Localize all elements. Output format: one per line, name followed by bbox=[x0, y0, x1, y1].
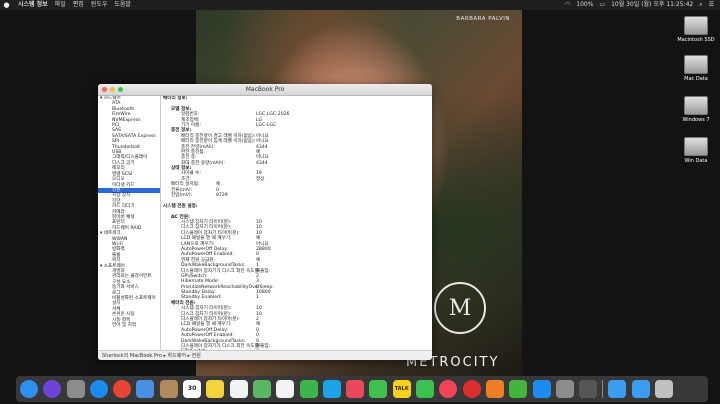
skype-icon[interactable] bbox=[322, 380, 341, 398]
menu-file[interactable]: 파일 bbox=[55, 0, 66, 10]
clock[interactable]: 10월 30일 (월) 오후 11:25:42 bbox=[611, 0, 693, 10]
desktop-drive-mac-data[interactable]: Mac Data bbox=[676, 55, 716, 82]
downloads-icon[interactable] bbox=[631, 380, 650, 398]
finder-icon[interactable] bbox=[20, 380, 38, 398]
apple-icon[interactable]: ● bbox=[2, 0, 11, 10]
window-title: MacBook Pro bbox=[245, 86, 285, 93]
appstore-icon[interactable] bbox=[532, 380, 551, 398]
music-icon[interactable] bbox=[439, 380, 458, 398]
menu-edit[interactable]: 편집 bbox=[73, 0, 84, 10]
hard-drive-icon bbox=[684, 137, 708, 156]
netease-icon[interactable] bbox=[462, 380, 481, 398]
sidebar-item[interactable]: 언어 및 지역 bbox=[98, 323, 160, 328]
chrome-icon[interactable] bbox=[113, 380, 132, 398]
hard-drive-icon bbox=[684, 55, 708, 74]
facetime-icon[interactable] bbox=[299, 380, 318, 398]
detail-pane: 배터리 정보: 모델 정보: 일련번호: LGC LGC-2026 제조업체: LG 기기 … bbox=[161, 96, 432, 350]
kakaotalk-icon[interactable]: TALK bbox=[392, 380, 411, 398]
battery-icon[interactable]: ▭ bbox=[599, 0, 605, 10]
wallpaper-brand: BARBARA PALVIN bbox=[456, 16, 510, 22]
desktop-drive-win-data[interactable]: Win Data bbox=[676, 137, 716, 164]
desktop-drive-label: Win Data bbox=[684, 158, 708, 164]
desktop-drive-label: Macintosh SSD bbox=[677, 37, 715, 43]
safari-icon[interactable] bbox=[89, 380, 108, 398]
window-titlebar[interactable]: MacBook Pro bbox=[98, 84, 432, 96]
folder-icon[interactable] bbox=[608, 380, 627, 398]
minimize-button[interactable] bbox=[110, 87, 115, 92]
hard-drive-icon bbox=[684, 96, 708, 115]
photos-icon[interactable] bbox=[276, 380, 295, 398]
wifi-icon[interactable]: ◠ bbox=[565, 0, 570, 10]
dock: 30 TALK bbox=[16, 376, 708, 402]
notes-icon[interactable] bbox=[206, 380, 225, 398]
system-info-window: MacBook Pro ▾ 하드웨어 ATA Bluetooth FireWire NV… bbox=[98, 84, 432, 360]
camera-icon[interactable] bbox=[346, 380, 365, 398]
sidebar[interactable]: ▾ 하드웨어 ATA Bluetooth FireWire NVMExpress PCI S… bbox=[98, 96, 161, 350]
menu-help[interactable]: 도움말 bbox=[114, 0, 131, 10]
wallpaper-seal: M bbox=[434, 282, 486, 334]
menu-app-name[interactable]: 시스템 정보 bbox=[18, 0, 48, 10]
desktop-drive-macintosh-ssd[interactable]: Macintosh SSD bbox=[676, 16, 716, 43]
desktop-drive-windows-7[interactable]: Windows 7 bbox=[676, 96, 716, 123]
menu-window[interactable]: 윈도우 bbox=[91, 0, 108, 10]
search-icon[interactable]: ⌕ bbox=[699, 0, 702, 10]
line-icon[interactable] bbox=[416, 380, 435, 398]
messages-icon[interactable] bbox=[369, 380, 388, 398]
notification-icon[interactable]: ☰ bbox=[709, 0, 714, 10]
mail-icon[interactable] bbox=[136, 380, 155, 398]
trash-icon[interactable] bbox=[655, 380, 674, 398]
hard-drive-icon bbox=[684, 16, 708, 35]
keychain-icon[interactable] bbox=[579, 380, 598, 398]
dock-separator bbox=[602, 380, 604, 398]
desktop-drive-label: Mac Data bbox=[684, 76, 708, 82]
zoom-button[interactable] bbox=[118, 87, 123, 92]
status-path: Sherlock의 MacBook Pro ▸ 하드웨어 ▸ 전원 bbox=[98, 350, 432, 360]
battery-percent[interactable]: 100% bbox=[576, 0, 593, 10]
reminders-icon[interactable] bbox=[229, 380, 248, 398]
menu-bar: ● 시스템 정보 파일 편집 윈도우 도움말 ◠ 100% ▭ 10월 30일 … bbox=[0, 0, 720, 10]
system-prefs-icon[interactable] bbox=[555, 380, 574, 398]
siri-icon[interactable] bbox=[43, 380, 62, 398]
wechat-icon[interactable] bbox=[509, 380, 528, 398]
calendar-icon[interactable]: 30 bbox=[183, 380, 202, 398]
desktop-drive-label: Windows 7 bbox=[682, 117, 710, 123]
app-icon[interactable] bbox=[485, 380, 504, 398]
launchpad-icon[interactable] bbox=[66, 380, 85, 398]
maps-icon[interactable] bbox=[252, 380, 271, 398]
close-button[interactable] bbox=[102, 87, 107, 92]
contacts-icon[interactable] bbox=[159, 380, 178, 398]
